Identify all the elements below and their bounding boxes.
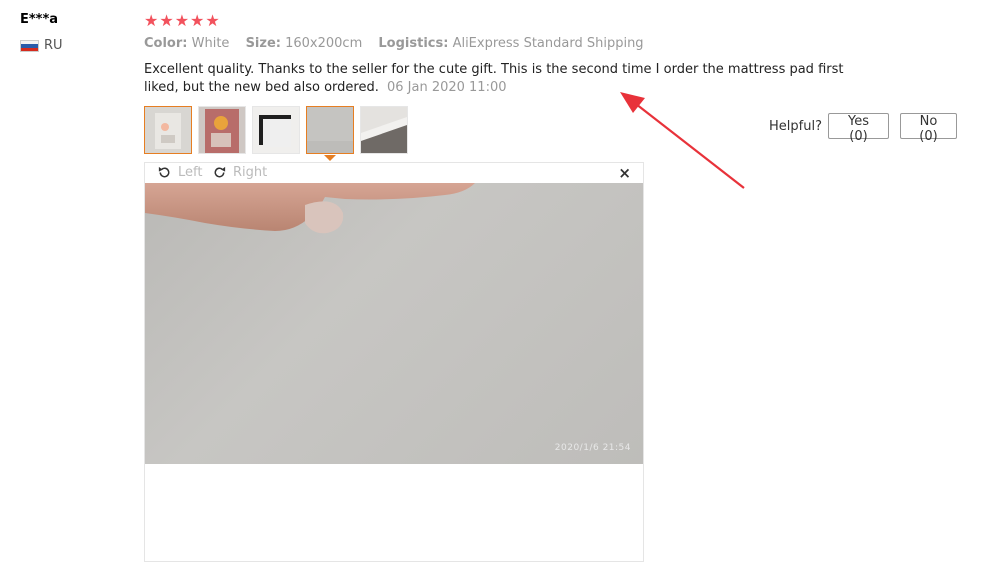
photo-thumbnail[interactable] <box>144 106 192 154</box>
active-thumbnail-indicator <box>324 155 336 161</box>
attr-size-value: 160x200cm <box>285 36 363 51</box>
attr-size-label: Size: <box>245 36 281 51</box>
star-icon: ★ <box>190 11 205 30</box>
star-icon: ★ <box>205 11 220 30</box>
attr-logistics-value: AliExpress Standard Shipping <box>452 36 644 51</box>
star-icon: ★ <box>174 11 190 30</box>
review-date: 06 Jan 2020 11:00 <box>386 80 507 95</box>
photo-thumbnail[interactable] <box>198 106 246 154</box>
attr-color-value: White <box>191 36 230 51</box>
country-flag-icon <box>20 40 39 52</box>
photo-thumbnail[interactable] <box>252 106 300 154</box>
star-icon: ★ <box>144 11 159 30</box>
reviewer-country: RU <box>44 38 63 53</box>
reviewer-name: E***a <box>20 12 59 27</box>
photo-timestamp: 2020/1/6 21:54 <box>554 443 631 453</box>
attr-logistics-label: Logistics: <box>378 36 449 51</box>
rotate-left-label: Left <box>178 165 203 180</box>
rotate-right-icon <box>214 166 226 178</box>
star-rating: ★★★★★ <box>144 11 221 30</box>
star-icon: ★ <box>159 11 174 30</box>
product-attributes: Color: White Size: 160x200cm Logistics: … <box>144 36 656 51</box>
photo-thumbnail[interactable] <box>360 106 408 154</box>
review-photo: 2020/1/6 21:54 <box>145 183 643 464</box>
attr-color-label: Color: <box>144 36 188 51</box>
finger-image <box>145 183 475 234</box>
rotate-right-button[interactable]: Right <box>212 165 267 180</box>
rotate-left-icon <box>158 166 170 178</box>
viewer-toolbar: Left Right × <box>145 163 643 183</box>
rotate-right-label: Right <box>233 165 268 180</box>
photo-thumbnail[interactable] <box>306 106 354 154</box>
helpful-yes-button[interactable]: Yes (0) <box>828 113 889 144</box>
helpful-label: Helpful? <box>769 119 822 134</box>
rotate-left-button[interactable]: Left <box>157 165 202 180</box>
photo-viewer: Left Right × 2020/1/6 21:54 <box>144 162 644 562</box>
annotation-arrow-icon <box>620 92 745 189</box>
helpful-no-button[interactable]: No (0) <box>900 113 957 144</box>
photo-thumbnails <box>144 106 414 154</box>
